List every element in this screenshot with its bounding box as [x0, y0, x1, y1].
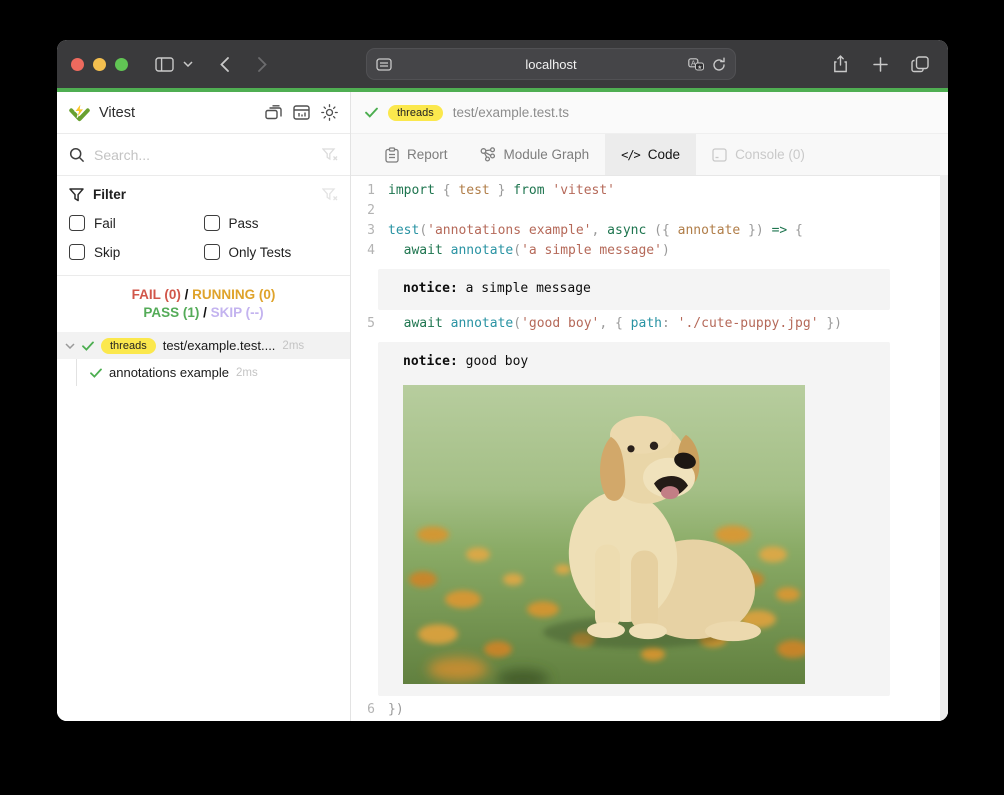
checkbox[interactable]: [69, 244, 85, 260]
line-number: 2: [351, 201, 375, 221]
tab-overview-icon[interactable]: [906, 50, 934, 78]
filter-label: Filter: [93, 187, 126, 202]
tab-report[interactable]: Report: [369, 134, 464, 175]
browser-toolbar: localhost A ★: [57, 40, 948, 88]
code-line: 2: [351, 201, 948, 221]
annotation-notice: notice: a simple message: [378, 269, 890, 310]
notice-text: good boy: [458, 354, 528, 369]
pool-badge: threads: [388, 105, 443, 121]
report-icon: [385, 147, 399, 163]
code-line: 7: [351, 720, 948, 721]
dashboard-icon[interactable]: [293, 105, 310, 120]
chevron-down-icon[interactable]: [65, 343, 75, 349]
code-line: 4 await annotate('a simple message'): [351, 241, 948, 261]
app-title: Vitest: [99, 105, 135, 121]
run-status-summary: FAIL (0) / RUNNING (0) PASS (1) / SKIP (…: [57, 276, 350, 329]
clear-filter-icon[interactable]: [322, 188, 338, 202]
test-duration: 2ms: [282, 340, 304, 352]
line-number: 3: [351, 221, 375, 241]
console-icon: [712, 148, 727, 162]
skip-count: SKIP (--): [211, 305, 264, 320]
test-file-row[interactable]: threads test/example.test.... 2ms: [57, 332, 350, 359]
svg-text:★: ★: [697, 63, 702, 70]
address-bar[interactable]: localhost A ★: [366, 48, 736, 80]
checkbox[interactable]: [69, 215, 85, 231]
module-graph-icon: [480, 147, 496, 162]
check-icon: [365, 107, 378, 118]
zoom-window-button[interactable]: [115, 58, 128, 71]
browser-window: localhost A ★: [57, 40, 948, 721]
scrollbar[interactable]: [940, 175, 948, 721]
checkbox[interactable]: [204, 244, 220, 260]
code-line: 1import { test } from 'vitest': [351, 181, 948, 201]
reload-icon[interactable]: [712, 57, 726, 72]
test-duration: 2ms: [236, 367, 258, 379]
code-line: 5 await annotate('good boy', { path: './…: [351, 314, 948, 334]
tab-console[interactable]: Console (0): [696, 134, 821, 175]
filter-section: Filter Fail Pass Skip Only Tests: [57, 176, 350, 276]
code-line: 6}): [351, 700, 948, 720]
fail-count: FAIL (0): [132, 287, 181, 302]
vitest-logo-icon: [69, 103, 90, 123]
main-panel: threads test/example.test.ts Report: [351, 92, 948, 721]
test-case-row[interactable]: annotations example 2ms: [76, 359, 350, 386]
filter-checkbox-fail[interactable]: Fail: [69, 215, 204, 231]
test-file-name: test/example.test....: [163, 338, 276, 353]
collapse-windows-icon[interactable]: [265, 105, 282, 120]
back-icon[interactable]: [210, 50, 238, 78]
check-icon: [90, 368, 102, 378]
minimize-window-button[interactable]: [93, 58, 106, 71]
code-line: 3test('annotations example', async ({ an…: [351, 221, 948, 241]
forward-icon[interactable]: [248, 50, 276, 78]
tab-module-graph[interactable]: Module Graph: [464, 134, 606, 175]
search-input[interactable]: Search...: [94, 147, 150, 163]
chevron-down-icon[interactable]: [178, 50, 198, 78]
test-tree: threads test/example.test.... 2ms annota…: [57, 332, 350, 386]
file-header: threads test/example.test.ts: [351, 92, 948, 134]
running-count: RUNNING (0): [192, 287, 275, 302]
funnel-icon: [69, 188, 84, 202]
checkbox[interactable]: [204, 215, 220, 231]
check-icon: [82, 341, 94, 351]
filter-checkbox-skip[interactable]: Skip: [69, 244, 204, 260]
line-number: 5: [351, 314, 375, 334]
sidebar-toggle-icon[interactable]: [150, 50, 178, 78]
url-text: localhost: [367, 57, 735, 72]
annotation-notice: notice: good boy: [378, 342, 890, 696]
clear-search-filter-icon[interactable]: [322, 148, 338, 162]
translate-icon[interactable]: A ★: [688, 58, 704, 71]
traffic-lights: [71, 58, 128, 71]
line-number: 1: [351, 181, 375, 201]
theme-toggle-sun-icon[interactable]: [321, 104, 338, 121]
share-icon[interactable]: [826, 50, 854, 78]
filter-checkbox-only-tests[interactable]: Only Tests: [204, 244, 339, 260]
sidebar-header: Vitest: [57, 92, 350, 134]
tab-bar: Report Module Graph </> Code: [351, 134, 948, 176]
notice-label: notice:: [403, 281, 458, 296]
filter-checkbox-pass[interactable]: Pass: [204, 215, 339, 231]
test-case-name: annotations example: [109, 365, 229, 380]
close-window-button[interactable]: [71, 58, 84, 71]
pass-count: PASS (1): [143, 305, 199, 320]
tab-code[interactable]: </> Code: [605, 134, 696, 175]
file-path: test/example.test.ts: [453, 105, 569, 120]
line-number: 4: [351, 241, 375, 261]
notice-text: a simple message: [458, 281, 591, 296]
notice-label: notice:: [403, 354, 458, 369]
search-icon: [69, 147, 85, 163]
line-number: 6: [351, 700, 375, 720]
new-tab-icon[interactable]: [866, 50, 894, 78]
line-number: 7: [351, 720, 375, 721]
sidebar: Vitest: [57, 92, 351, 721]
page-settings-icon[interactable]: [376, 58, 392, 71]
pool-badge: threads: [101, 338, 156, 354]
code-view[interactable]: 1import { test } from 'vitest'23test('an…: [351, 176, 948, 721]
cute-puppy-photo: [403, 385, 805, 684]
search-bar[interactable]: Search...: [57, 134, 350, 176]
code-icon: </>: [621, 148, 640, 162]
